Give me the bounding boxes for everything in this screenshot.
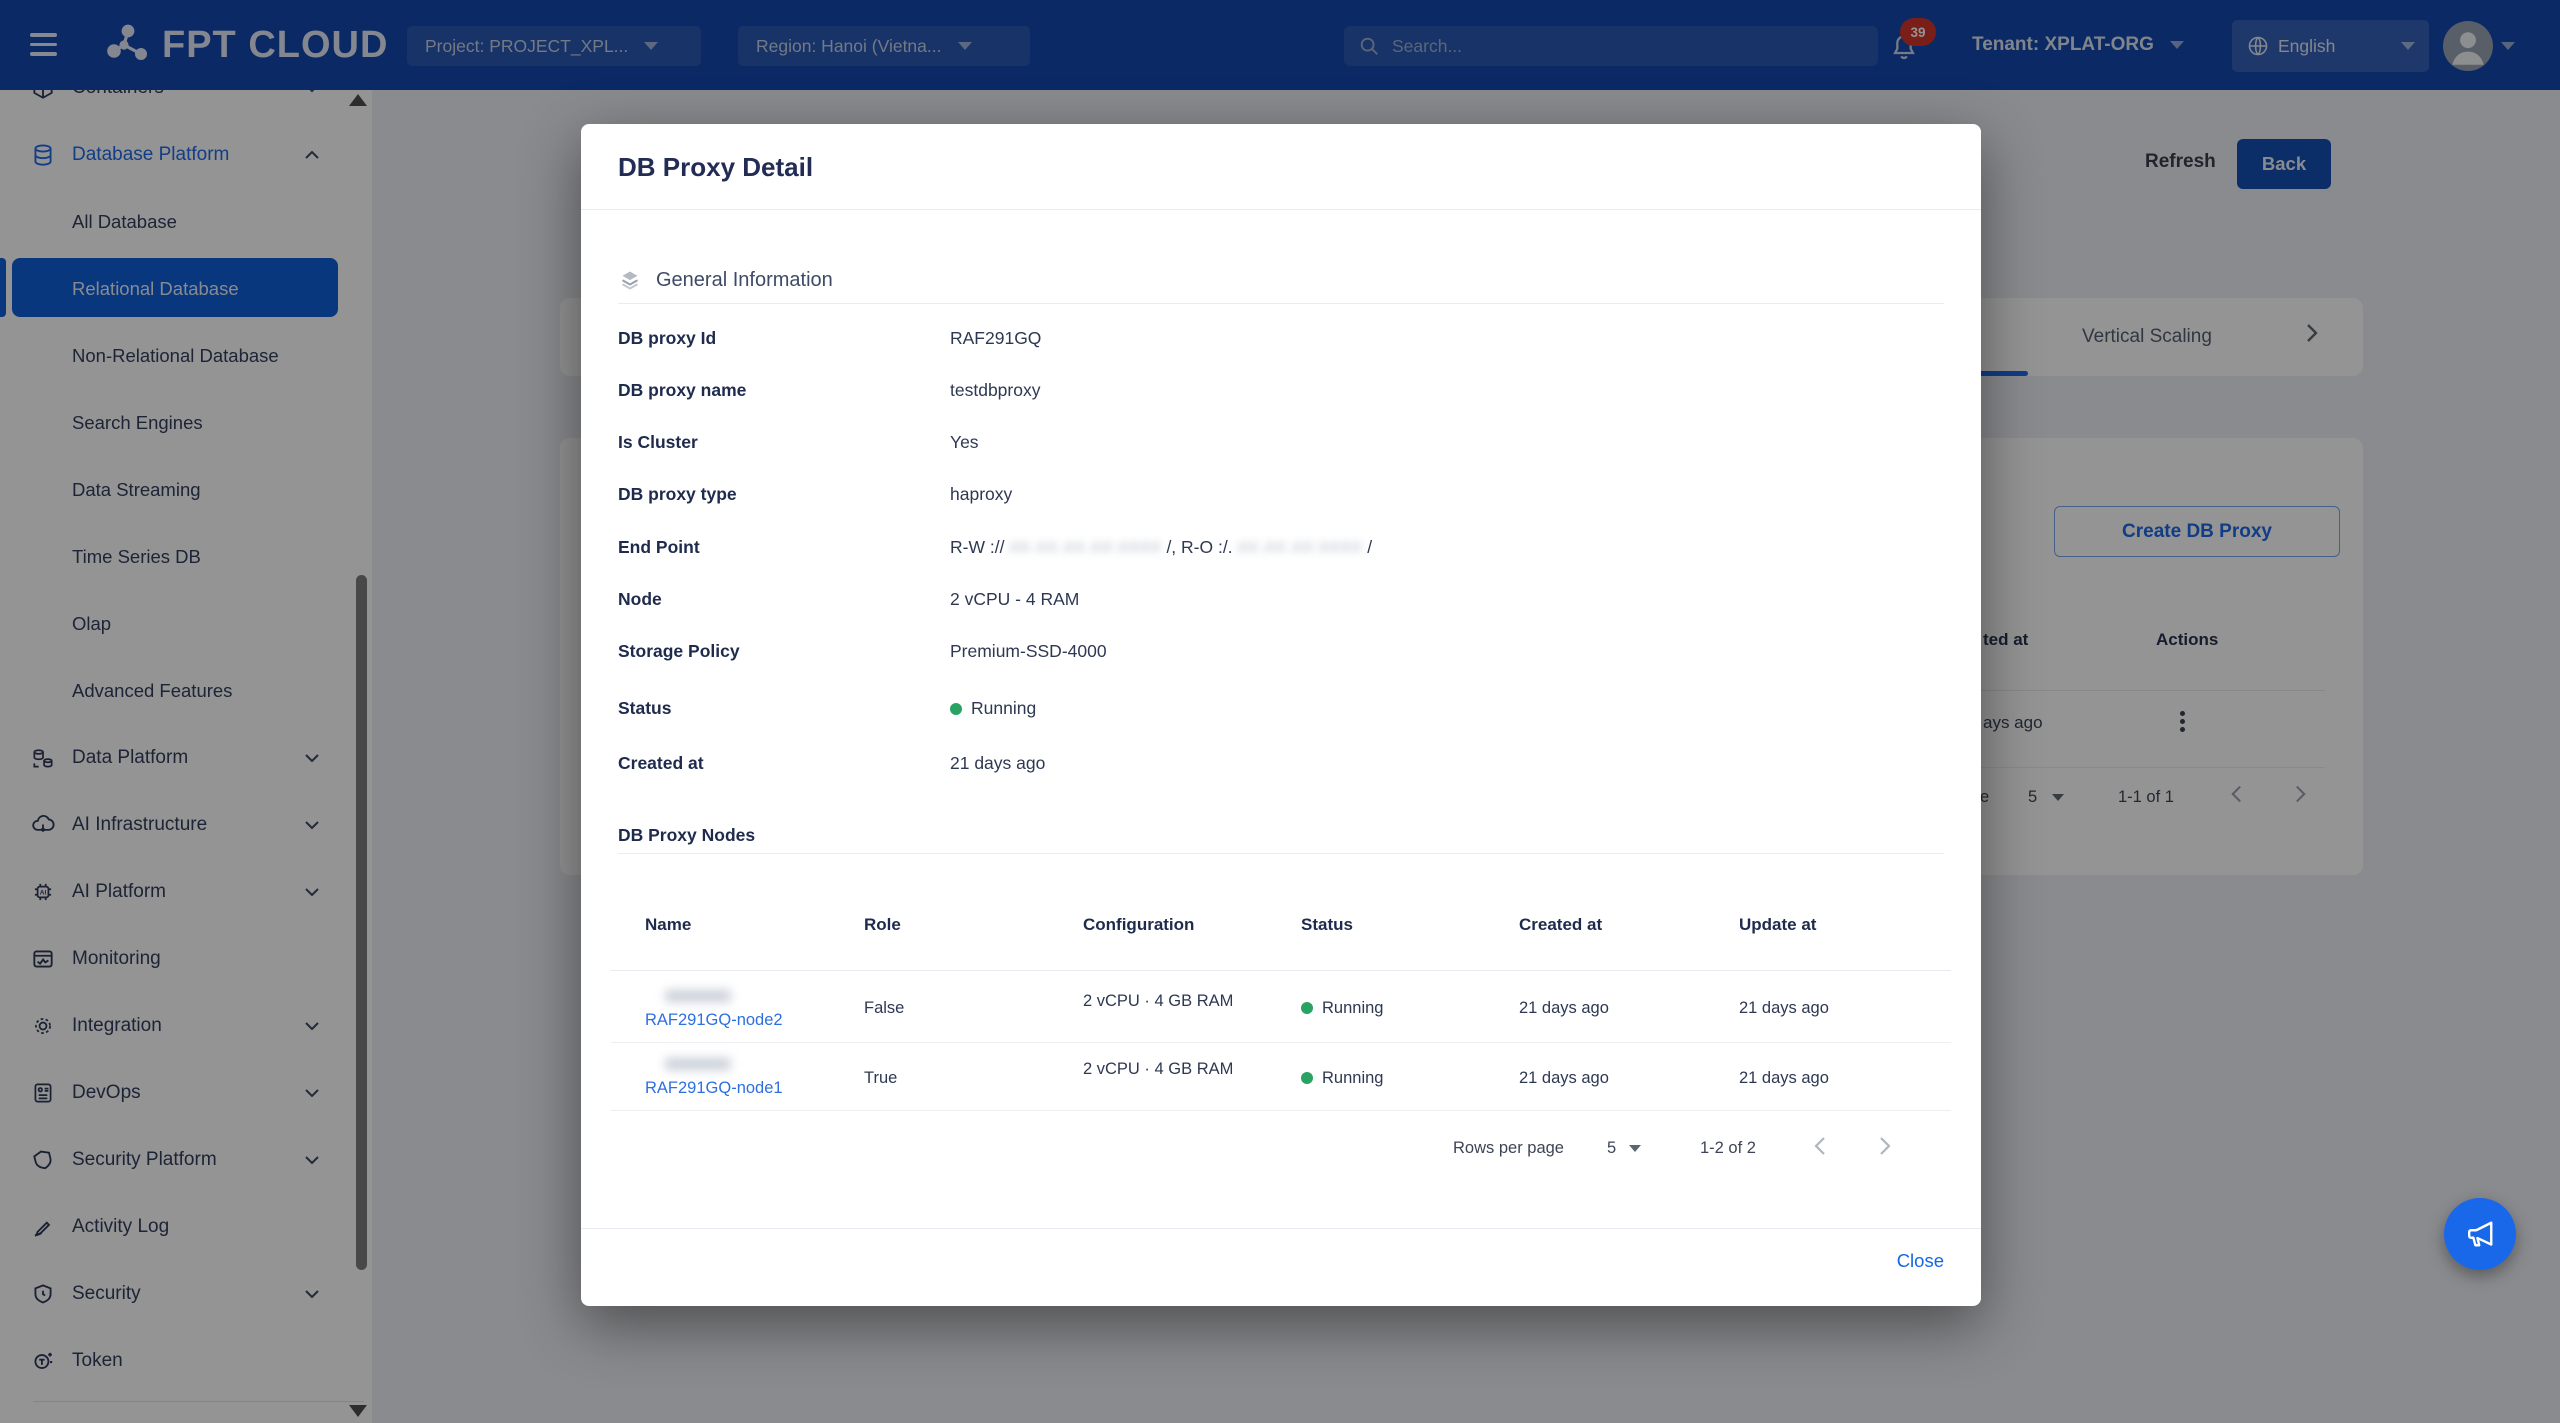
nodes-section-divider (618, 853, 1944, 854)
rows-per-page-caret-icon[interactable] (1629, 1145, 1641, 1180)
megaphone-icon (2462, 1216, 2498, 1252)
cell-role: True (864, 1064, 897, 1092)
field-end-point: End Point R-W :// ##.##.##.##:#### /, R-… (581, 533, 1981, 561)
modal-title: DB Proxy Detail (618, 124, 813, 209)
endpoint-rw-redacted: ##.##.##.##:#### (1009, 537, 1161, 557)
nodes-row-divider (611, 1042, 1951, 1043)
cell-status: Running (1301, 1064, 1383, 1092)
field-db-proxy-id: DB proxy Id RAF291GQ (581, 324, 1981, 352)
section-title: General Information (656, 269, 833, 292)
cell-role: False (864, 994, 904, 1022)
field-db-proxy-type: DB proxy type haproxy (581, 480, 1981, 508)
field-db-proxy-name: DB proxy name testdbproxy (581, 376, 1981, 404)
cell-configuration: 2 vCPU · 4 GB RAM (1083, 986, 1253, 1046)
node-link[interactable]: RAF291GQ-node2 (645, 1006, 783, 1034)
field-storage-policy: Storage Policy Premium-SSD-4000 (581, 637, 1981, 665)
cell-status: Running (1301, 994, 1383, 1022)
nodes-column-created-at: Created at (1519, 911, 1602, 939)
modal-footer-divider (581, 1228, 1981, 1229)
field-node: Node 2 vCPU - 4 RAM (581, 585, 1981, 613)
cell-update-at: 21 days ago (1739, 994, 1829, 1022)
nodes-column-role: Role (864, 911, 901, 939)
endpoint-separator: /, R-O :/. (1166, 537, 1232, 557)
cell-update-at: 21 days ago (1739, 1064, 1829, 1092)
previous-page-icon[interactable] (1813, 1134, 1827, 1162)
cell-created-at: 21 days ago (1519, 1064, 1609, 1092)
nodes-column-status: Status (1301, 911, 1353, 939)
nodes-column-update-at: Update at (1739, 911, 1816, 939)
general-information-section-header: General Information (618, 265, 833, 295)
rows-per-page-label: Rows per page (1453, 1134, 1564, 1162)
db-proxy-nodes-title: DB Proxy Nodes (618, 821, 755, 849)
endpoint-rw-prefix: R-W :// (950, 537, 1004, 557)
redacted-text (665, 1058, 731, 1070)
layers-icon (618, 268, 642, 292)
field-created-at: Created at 21 days ago (581, 749, 1981, 777)
close-button[interactable]: Close (1897, 1250, 1944, 1272)
field-status: Status Running (581, 694, 1981, 722)
section-divider (618, 303, 1944, 304)
redacted-text (665, 990, 731, 1002)
nodes-row-divider (611, 1110, 1951, 1111)
status-badge: Running (971, 698, 1036, 718)
field-is-cluster: Is Cluster Yes (581, 428, 1981, 456)
node-link[interactable]: RAF291GQ-node1 (645, 1074, 783, 1102)
cell-created-at: 21 days ago (1519, 994, 1609, 1022)
endpoint-suffix: / (1367, 537, 1372, 557)
nodes-column-name: Name (645, 911, 691, 939)
endpoint-ro-redacted: ##.##.##:#### (1237, 537, 1362, 557)
cell-configuration: 2 vCPU · 4 GB RAM (1083, 1054, 1253, 1114)
status-running-dot (1301, 1002, 1313, 1014)
rows-per-page-select[interactable]: 5 (1607, 1134, 1616, 1162)
modal-header: DB Proxy Detail (581, 124, 1981, 210)
db-proxy-detail-modal: DB Proxy Detail General Information DB p… (581, 124, 1981, 1306)
pagination-range: 1-2 of 2 (1700, 1134, 1756, 1162)
announcements-fab[interactable] (2444, 1198, 2516, 1270)
nodes-header-divider (611, 970, 1951, 971)
status-running-dot (950, 703, 962, 715)
nodes-column-configuration: Configuration (1083, 911, 1194, 939)
status-running-dot (1301, 1072, 1313, 1084)
next-page-icon[interactable] (1878, 1134, 1892, 1162)
